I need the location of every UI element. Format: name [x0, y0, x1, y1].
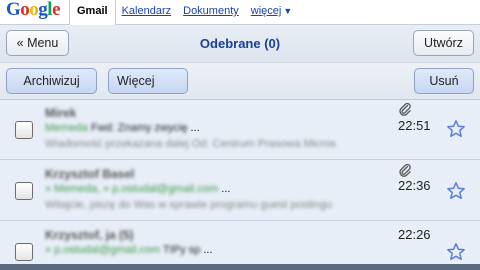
message-sender: Krzysztof Basel [45, 167, 135, 181]
message-snippet: Witajcie, piszę do Was w sprawie program… [45, 199, 332, 211]
list-item[interactable]: Krzysztof, ja (5) » p.ostudal@gmail.com … [0, 222, 480, 270]
select-checkbox[interactable] [15, 121, 33, 139]
message-time: 22:51 [398, 118, 431, 133]
message-subject-line: » p.ostudal@gmail.com TIPy sp ... [45, 244, 213, 256]
nav-link-calendar[interactable]: Kalendarz [116, 0, 178, 24]
message-snippet: Wiadomość przekazana dalej Od: Centrum P… [45, 138, 337, 150]
compose-button[interactable]: Utwórz [413, 30, 474, 56]
paperclip-icon [399, 163, 411, 177]
page-title: Odebrane (0) [199, 36, 281, 51]
bottom-edge [0, 264, 480, 270]
top-navigation: Google Gmail Kalendarz Dokumenty więcej ▼ [0, 0, 480, 25]
message-time: 22:36 [398, 178, 431, 193]
select-checkbox[interactable] [15, 243, 33, 261]
google-logo[interactable]: Google [6, 0, 60, 21]
message-label: Memeda [45, 122, 88, 134]
product-nav: Gmail Kalendarz Dokumenty więcej ▼ [69, 0, 299, 25]
action-toolbar: Archiwizuj Więcej Usuń [0, 62, 480, 100]
mailbox-header: Odebrane (0) « Menu Utwórz [0, 24, 480, 62]
message-subject-line: Memeda Fwd: Znamy zwycię ... [45, 122, 200, 134]
menu-button[interactable]: « Menu [6, 30, 69, 56]
message-label: » p.ostudal@gmail.com [45, 244, 161, 256]
list-item[interactable]: Krzysztof Basel » Memeda, » p.ostudal@gm… [0, 161, 480, 221]
message-sender: Krzysztof, ja (5) [45, 228, 134, 242]
nav-link-documents[interactable]: Dokumenty [177, 0, 245, 24]
star-outline-icon[interactable] [446, 242, 466, 262]
paperclip-icon [399, 102, 411, 116]
chevron-down-icon: ▼ [283, 6, 293, 16]
message-subject-line: » Memeda, » p.ostudal@gmail.com ... [45, 183, 230, 195]
select-checkbox[interactable] [15, 182, 33, 200]
more-actions-button[interactable]: Więcej [108, 68, 188, 94]
star-outline-icon[interactable] [446, 181, 466, 201]
subject-ellipsis: ... [203, 244, 213, 256]
message-list: Mirek Memeda Fwd: Znamy zwycię ... Wiado… [0, 100, 480, 270]
tab-gmail[interactable]: Gmail [69, 0, 116, 25]
message-sender: Mirek [45, 106, 77, 120]
message-subject: TIPy sp [162, 244, 201, 256]
star-outline-icon[interactable] [446, 119, 466, 139]
subject-ellipsis: ... [190, 122, 200, 134]
delete-button[interactable]: Usuń [414, 68, 474, 94]
subject-ellipsis: ... [221, 183, 231, 195]
message-label: » Memeda, » p.ostudal@gmail.com [45, 183, 219, 195]
nav-link-more[interactable]: więcej ▼ [245, 0, 299, 24]
nav-link-more-label: więcej [250, 5, 282, 17]
archive-button[interactable]: Archiwizuj [6, 68, 97, 94]
message-subject: Fwd: Znamy zwycię [90, 122, 188, 134]
message-time: 22:26 [398, 227, 431, 242]
list-item[interactable]: Mirek Memeda Fwd: Znamy zwycię ... Wiado… [0, 100, 480, 160]
